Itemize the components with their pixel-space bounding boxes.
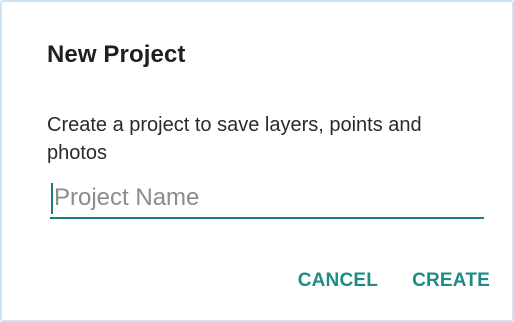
project-name-field[interactable] (50, 179, 484, 219)
project-name-input[interactable] (54, 179, 474, 217)
dialog-actions: CANCEL CREATE (298, 270, 490, 292)
new-project-dialog: New Project Create a project to save lay… (0, 0, 514, 322)
dialog-message: Create a project to save layers, points … (47, 114, 422, 164)
cancel-button[interactable]: CANCEL (298, 270, 378, 292)
dialog-title: New Project (47, 41, 186, 68)
create-button[interactable]: CREATE (412, 270, 490, 292)
text-caret (51, 183, 53, 214)
